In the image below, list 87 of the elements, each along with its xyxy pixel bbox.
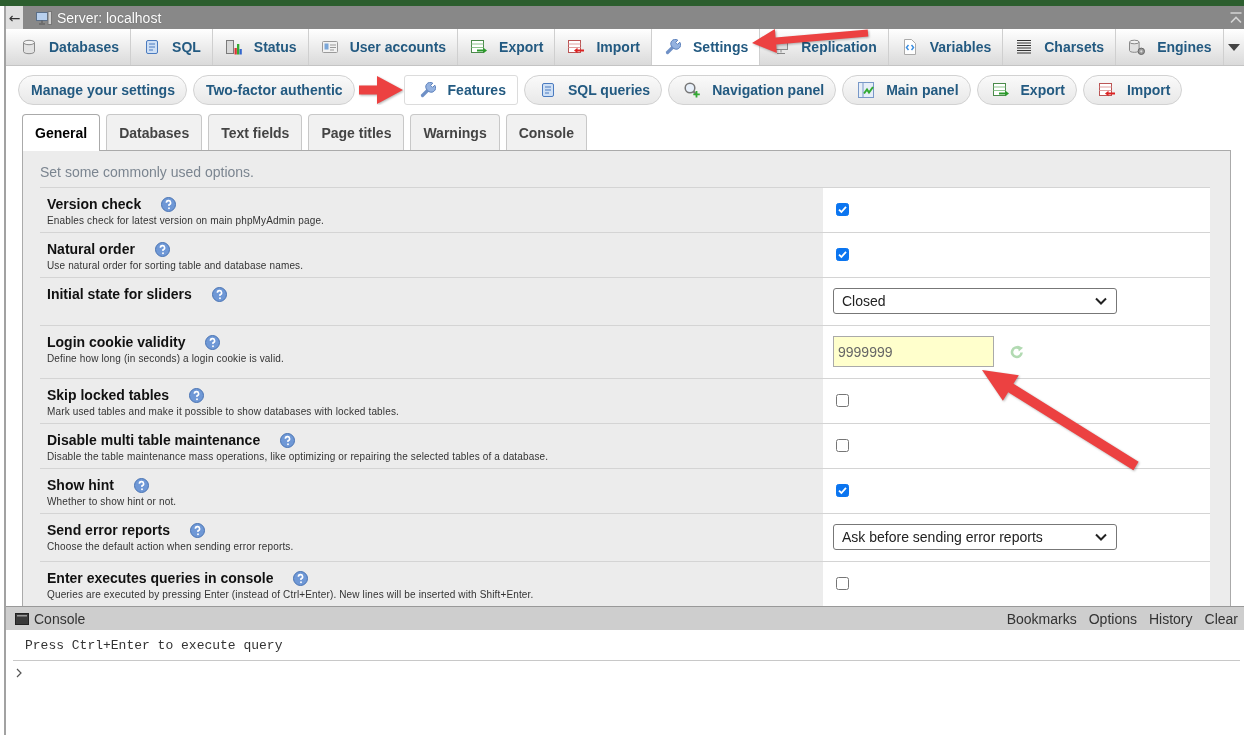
database-gear-icon (1129, 39, 1146, 55)
chevron-down-icon (1095, 533, 1107, 541)
form-tab[interactable]: Text fields (208, 114, 303, 150)
option-name: Enter executes queries in console (47, 570, 274, 586)
menu-tab[interactable]: Engines (1116, 29, 1224, 65)
option-name: Natural order (47, 241, 135, 257)
help-icon[interactable] (189, 522, 205, 538)
form-tab[interactable]: General (22, 114, 101, 151)
help-icon[interactable] (205, 334, 221, 350)
panel-layout-icon (858, 82, 875, 98)
scroll-icon (539, 82, 556, 98)
console-link[interactable]: Clear (1204, 610, 1238, 627)
checkbox[interactable] (836, 577, 849, 590)
option-name: Version check (47, 196, 142, 212)
option-description: Enables check for latest version on main phpMyAdmin page. (47, 214, 326, 227)
menu-tab[interactable]: SQL (131, 29, 213, 65)
magnifier-plus-icon (684, 82, 701, 98)
help-icon[interactable] (189, 387, 205, 403)
section-tab[interactable]: Import (1082, 75, 1183, 105)
chevron-up-icon[interactable] (1230, 11, 1242, 24)
menu-tab[interactable]: User accounts (308, 29, 459, 65)
section-tab[interactable]: Navigation panel (668, 75, 837, 105)
option-name: Initial state for sliders (47, 286, 192, 302)
form-tab[interactable]: Page titles (308, 114, 405, 150)
checkbox[interactable] (836, 484, 849, 497)
help-icon[interactable] (154, 241, 170, 257)
console-link[interactable]: Bookmarks (1006, 610, 1077, 627)
server-title: Server: localhost (57, 9, 162, 26)
checkbox[interactable] (836, 248, 849, 261)
wrench-icon (665, 39, 681, 55)
option-name: Login cookie validity (47, 334, 186, 350)
select-field[interactable]: Closed (833, 288, 1117, 314)
intro-text: Set some commonly used options. (40, 163, 255, 182)
help-icon[interactable] (161, 196, 177, 212)
chevron-right-icon (16, 668, 22, 678)
section-tab[interactable]: Export (976, 75, 1077, 105)
option-name: Show hint (47, 477, 114, 493)
option-description: Choose the default action when sending error reports. (47, 540, 295, 553)
option-description: Disable the table maintenance mass operations, like optimizing or repairing the selected tables of a database. (47, 450, 550, 463)
scroll-icon (144, 39, 161, 55)
annotation-arrow (358, 76, 403, 104)
id-card-icon (321, 39, 338, 55)
bar-chart-icon (225, 39, 242, 55)
menu-tab[interactable]: Variables (888, 29, 1004, 65)
form-tab[interactable]: Warnings (410, 114, 500, 150)
section-tab[interactable]: Main panel (842, 75, 971, 105)
console-link[interactable]: History (1148, 610, 1193, 627)
section-tab[interactable]: SQL queries (523, 75, 663, 105)
help-icon[interactable] (280, 432, 296, 448)
computer-icon (36, 10, 52, 25)
console-link[interactable]: Options (1088, 610, 1137, 627)
option-description: Mark used tables and make it possible to show databases with locked tables. (47, 405, 400, 418)
caret-down-icon (1227, 43, 1240, 51)
terminal-icon (15, 612, 29, 625)
section-tab[interactable]: Features (403, 75, 518, 105)
chevron-down-icon (1095, 297, 1107, 305)
lines-icon (1016, 39, 1033, 55)
menu-tab[interactable]: Databases (8, 29, 132, 65)
form-tab[interactable]: Databases (106, 114, 203, 150)
option-name: Skip locked tables (47, 387, 170, 403)
help-icon[interactable] (133, 477, 149, 493)
section-tab[interactable]: Manage your settings (18, 75, 187, 105)
select-field[interactable]: Ask before sending error reports (833, 524, 1117, 550)
console-hint: Press Ctrl+Enter to execute query (25, 638, 283, 653)
option-description: Whether to show hint or not. (47, 495, 178, 508)
wrench-icon (419, 82, 436, 98)
checkbox[interactable] (836, 394, 849, 407)
code-document-icon (901, 39, 918, 55)
menu-tab[interactable]: Settings (652, 29, 761, 65)
menu-tab[interactable]: Charsets (1003, 29, 1117, 65)
input-field[interactable]: 9999999 (833, 336, 994, 367)
form-tab[interactable]: Console (505, 114, 587, 150)
checkbox[interactable] (836, 203, 849, 216)
help-icon[interactable] (211, 286, 227, 302)
console-title: Console (34, 610, 86, 627)
option-description: Define how long (in seconds) a login cookie is valid. (47, 352, 285, 365)
help-icon[interactable] (293, 570, 309, 586)
checkbox[interactable] (836, 439, 849, 452)
option-description: Queries are executed by pressing Enter (instead of Ctrl+Enter). New lines will be inserted with Shift+Enter. (47, 588, 535, 601)
option-name: Disable multi table maintenance (47, 432, 261, 448)
section-tab[interactable]: Two-factor authentic (192, 75, 355, 105)
menu-tab[interactable]: Export (458, 29, 556, 65)
option-name: Send error reports (47, 522, 170, 538)
option-description: Use natural order for sorting table and database names. (47, 259, 305, 272)
database-icon (21, 39, 37, 55)
collapse-button[interactable]: ← (6, 6, 23, 29)
menu-tab[interactable]: Status (212, 29, 309, 65)
